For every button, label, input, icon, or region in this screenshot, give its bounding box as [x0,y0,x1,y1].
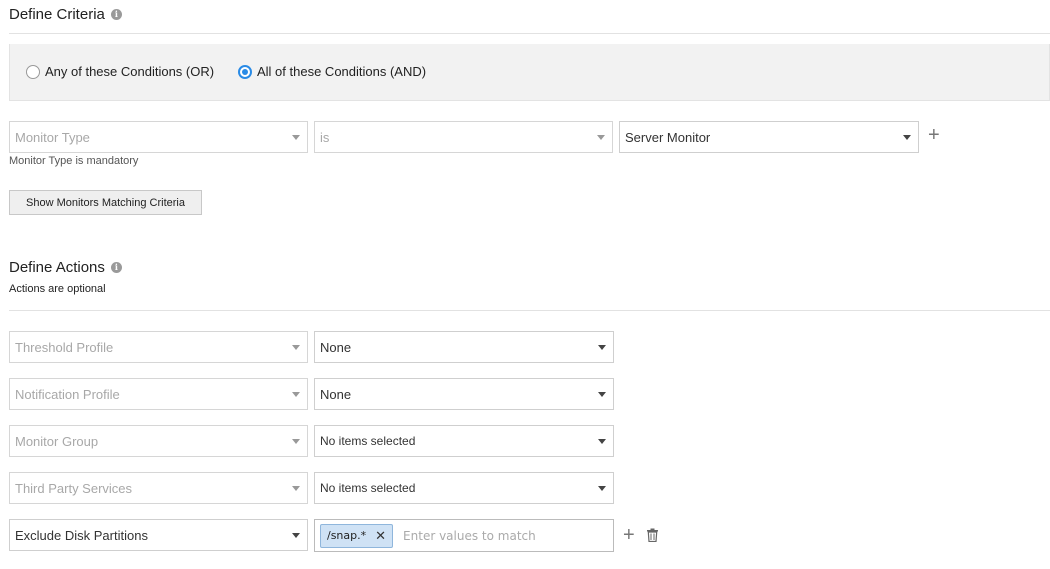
define-criteria-title: Define Criteria [9,5,105,23]
action-value: No items selected [320,481,416,495]
criteria-operator-select[interactable]: is [314,121,613,153]
action-label: Third Party Services [15,480,133,496]
radio-button-and[interactable] [238,64,252,79]
action-value: None [320,386,352,402]
monitor-group-select[interactable]: No items selected [314,425,614,457]
threshold-profile-select[interactable]: None [314,331,614,363]
divider [9,33,1050,34]
radio-button-or[interactable] [26,64,40,79]
criteria-value-select[interactable]: Server Monitor [619,121,919,153]
caret-down-icon [292,486,300,491]
caret-down-icon [292,345,300,350]
radio-all-conditions[interactable]: All of these Conditions (AND) [238,64,426,79]
notification-profile-select[interactable]: None [314,378,614,410]
third-party-services-select[interactable]: No items selected [314,472,614,504]
notification-profile-label-select[interactable]: Notification Profile [9,378,308,410]
trash-icon[interactable] [646,528,659,543]
add-criteria-plus-icon[interactable]: + [928,125,940,145]
caret-down-icon [598,486,606,491]
caret-down-icon [597,135,605,140]
caret-down-icon [903,135,911,140]
define-actions-heading: Define Actions i [9,257,122,277]
action-label: Threshold Profile [15,339,114,355]
criteria-field-select[interactable]: Monitor Type [9,121,308,153]
exclude-values-input[interactable]: /snap.* ✕ Enter values to match [314,519,614,552]
condition-mode-panel: Any of these Conditions (OR) All of thes… [9,44,1050,101]
caret-down-icon [292,392,300,397]
monitor-type-hint: Monitor Type is mandatory [9,155,139,167]
monitor-group-label-select[interactable]: Monitor Group [9,425,308,457]
info-icon[interactable]: i [110,8,122,20]
caret-down-icon [292,439,300,444]
define-actions-title: Define Actions [9,258,105,276]
criteria-operator-label: is [320,129,330,145]
info-icon[interactable]: i [110,261,122,273]
caret-down-icon [292,135,300,140]
criteria-value-label: Server Monitor [625,129,711,145]
caret-down-icon [598,345,606,350]
radio-label-and: All of these Conditions (AND) [257,64,427,79]
exclude-disk-partitions-select[interactable]: Exclude Disk Partitions [9,519,308,551]
tag-input-placeholder[interactable]: Enter values to match [403,529,536,543]
action-label: Exclude Disk Partitions [15,527,148,543]
threshold-profile-label-select[interactable]: Threshold Profile [9,331,308,363]
divider [9,310,1050,311]
add-action-plus-icon[interactable]: + [623,525,635,545]
caret-down-icon [598,439,606,444]
criteria-field-label: Monitor Type [15,129,90,145]
show-monitors-button[interactable]: Show Monitors Matching Criteria [9,190,202,215]
radio-any-conditions[interactable]: Any of these Conditions (OR) [26,64,214,79]
caret-down-icon [292,533,300,538]
action-value: None [320,339,352,355]
define-criteria-heading: Define Criteria i [9,4,122,24]
actions-subtitle: Actions are optional [9,283,106,295]
tag-text: /snap.* [327,529,367,542]
action-label: Notification Profile [15,386,120,402]
radio-label-or: Any of these Conditions (OR) [45,64,215,79]
caret-down-icon [598,392,606,397]
third-party-services-label-select[interactable]: Third Party Services [9,472,308,504]
action-value: No items selected [320,434,416,448]
close-icon[interactable]: ✕ [375,528,386,544]
value-tag: /snap.* ✕ [320,523,394,548]
action-label: Monitor Group [15,433,99,449]
